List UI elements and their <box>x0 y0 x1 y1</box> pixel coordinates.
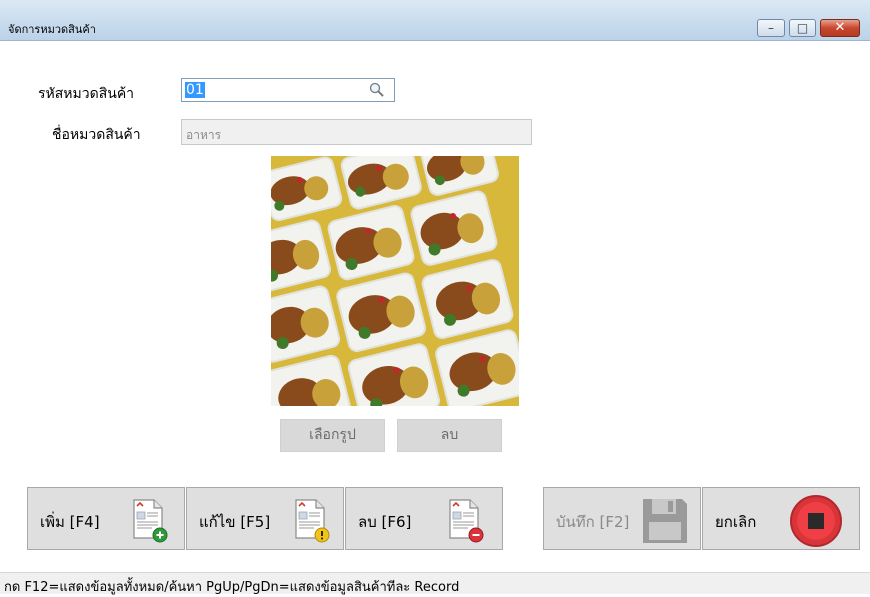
delete-image-button[interactable]: ลบ <box>397 419 502 452</box>
save-button-label: บันทึก [F2] <box>556 513 630 531</box>
category-code-label: รหัสหมวดสินค้า <box>38 86 135 102</box>
minimize-icon: – <box>768 21 774 35</box>
category-image <box>271 156 519 406</box>
add-button[interactable]: เพิ่ม [F4] <box>27 487 185 550</box>
status-text: กด F12=แสดงข้อมูลทั้งหมด/ค้นหา PgUp/PgDn… <box>4 580 460 595</box>
edit-button[interactable]: แก้ไข [F5] <box>186 487 344 550</box>
add-document-icon <box>133 499 168 543</box>
search-icon[interactable] <box>368 81 386 99</box>
category-name-label: ชื่อหมวดสินค้า <box>52 127 141 143</box>
choose-image-button[interactable]: เลือกรูป <box>280 419 385 452</box>
delete-button-label: ลบ [F6] <box>358 513 412 531</box>
edit-button-label: แก้ไข [F5] <box>199 513 271 531</box>
delete-button[interactable]: ลบ [F6] <box>345 487 503 550</box>
edit-document-icon <box>295 499 330 543</box>
status-bar: กด F12=แสดงข้อมูลทั้งหมด/ค้นหา PgUp/PgDn… <box>0 572 870 595</box>
cancel-button[interactable]: ยกเลิก <box>702 487 860 550</box>
category-name-input: อาหาร <box>181 119 532 145</box>
save-button[interactable]: บันทึก [F2] <box>543 487 701 550</box>
maximize-button[interactable]: □ <box>789 19 816 37</box>
delete-document-icon <box>449 499 484 543</box>
category-code-value: 01 <box>185 82 205 98</box>
add-button-label: เพิ่ม [F4] <box>40 513 100 531</box>
category-code-input[interactable]: 01 <box>181 78 395 102</box>
minimize-button[interactable]: – <box>757 19 785 37</box>
stop-icon <box>790 495 842 547</box>
close-button[interactable]: ✕ <box>820 19 860 37</box>
title-bar: จัดการหมวดสินค้า – □ ✕ <box>0 0 870 41</box>
cancel-button-label: ยกเลิก <box>715 513 757 531</box>
category-name-value: อาหาร <box>186 128 222 142</box>
close-icon: ✕ <box>834 20 846 35</box>
maximize-icon: □ <box>796 21 809 35</box>
floppy-disk-icon <box>643 499 687 543</box>
window-title: จัดการหมวดสินค้า <box>8 23 96 36</box>
